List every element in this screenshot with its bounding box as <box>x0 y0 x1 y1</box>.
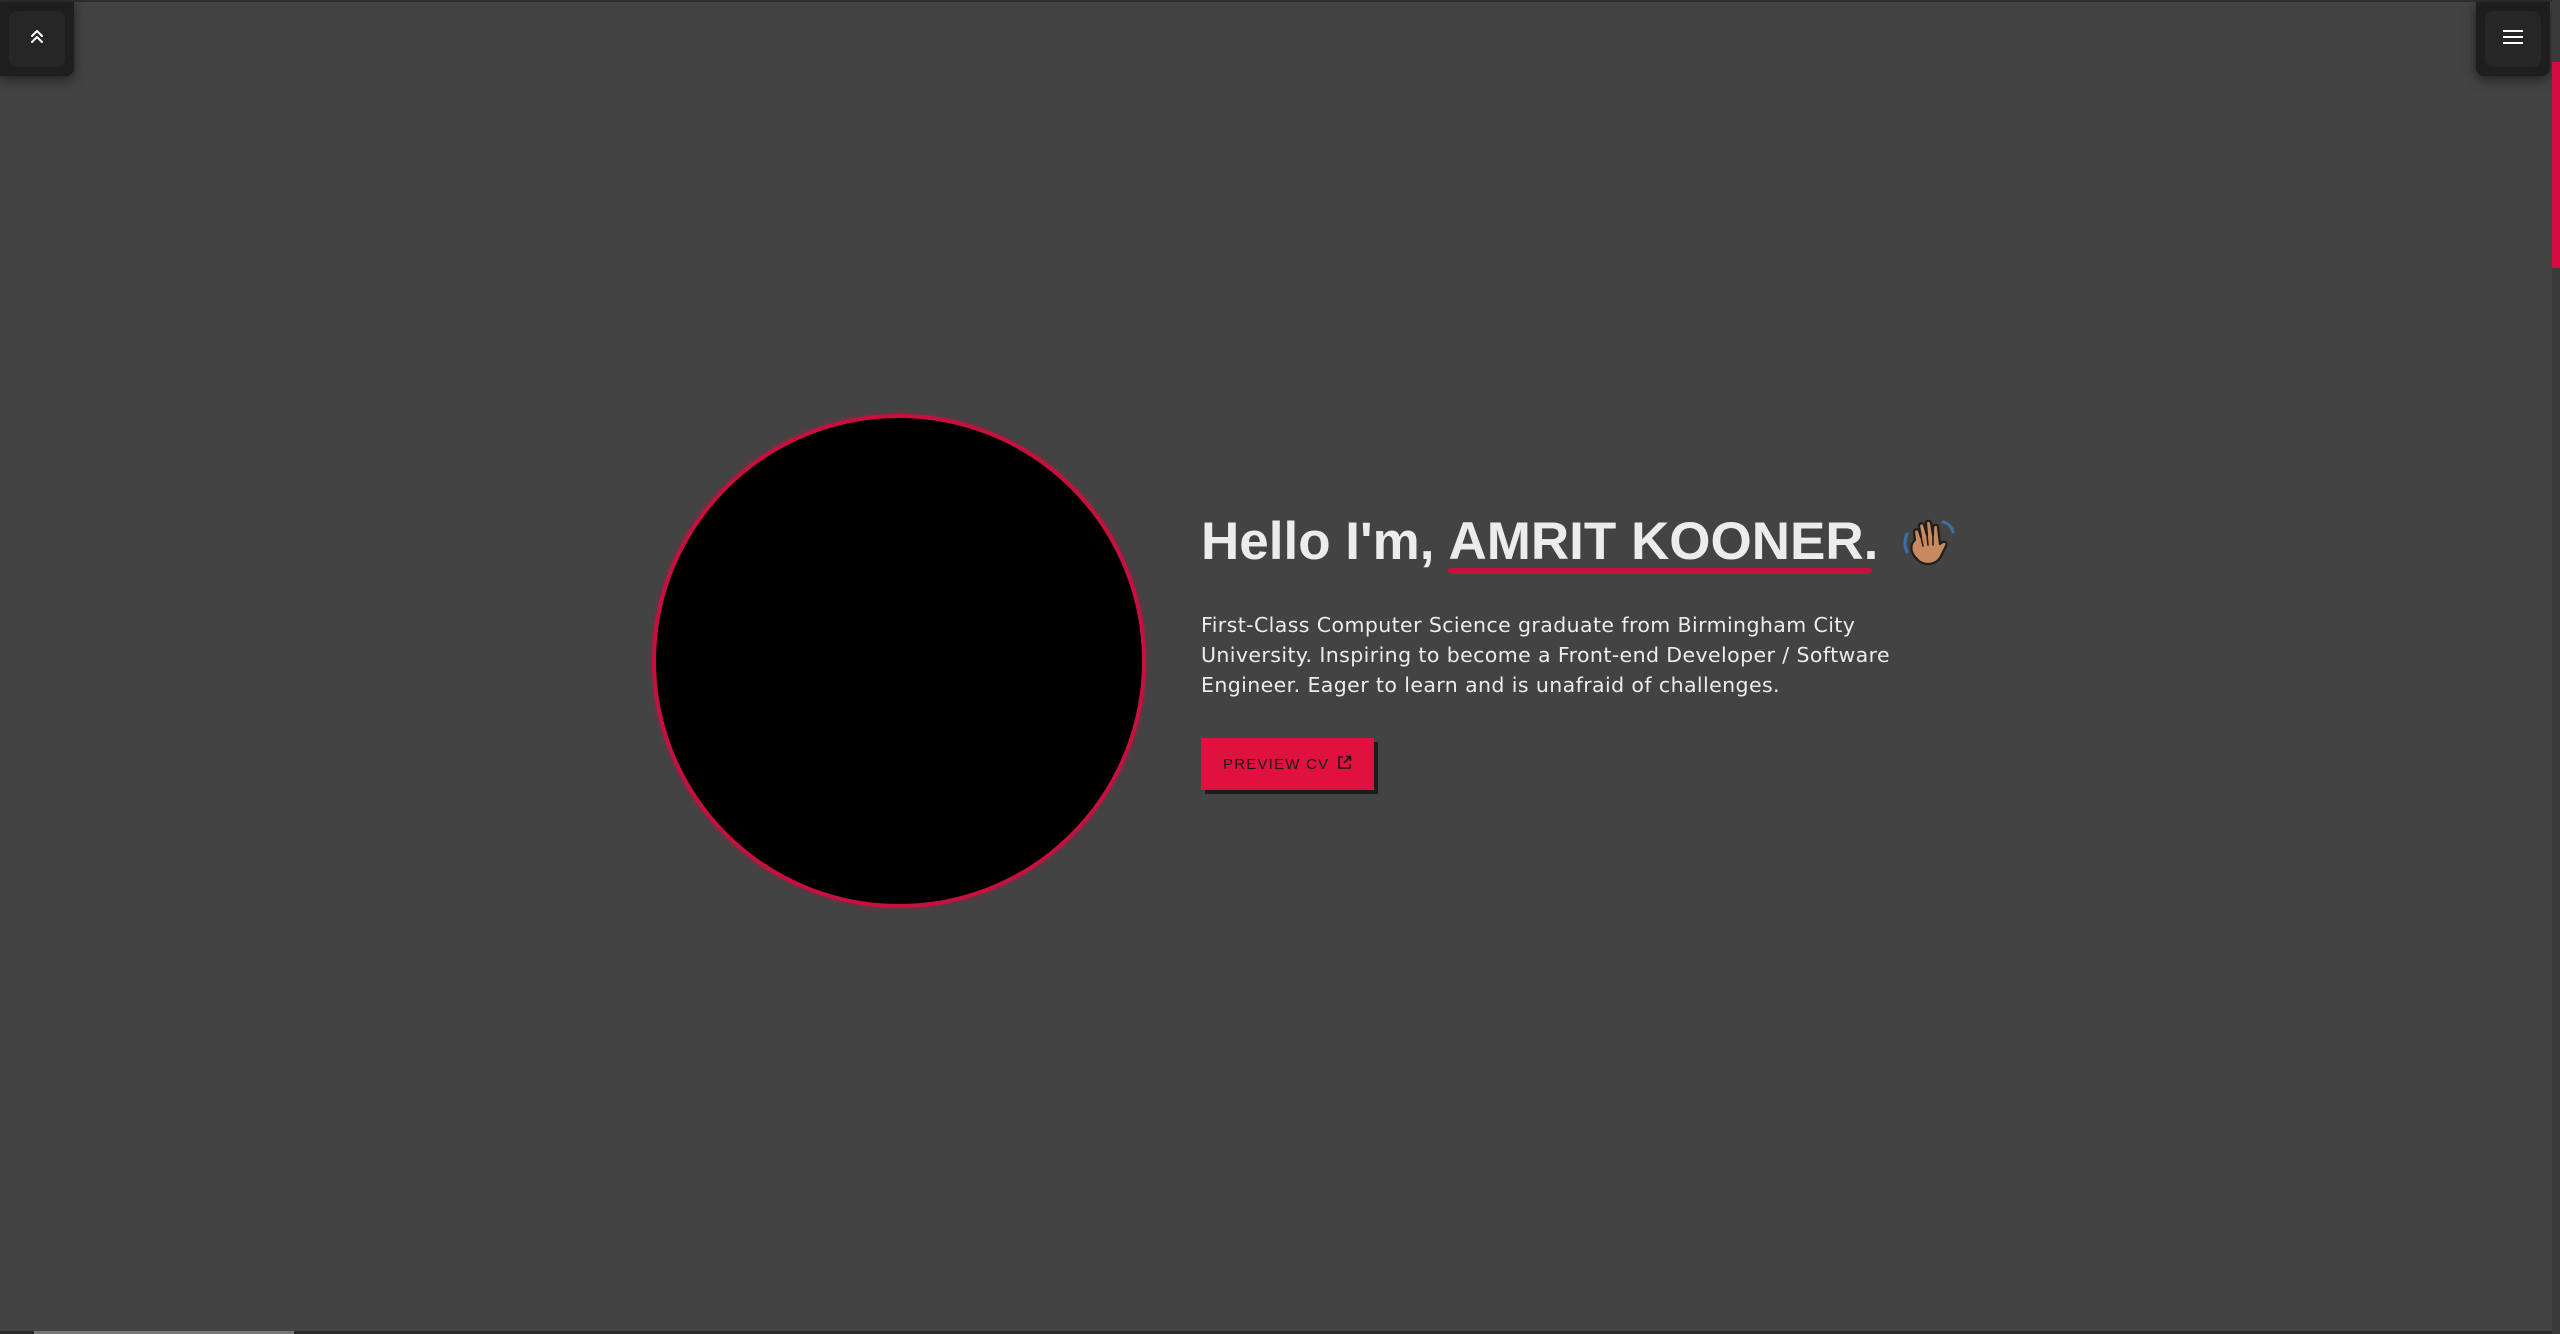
hero-greeting: Hello I'm, <box>1201 512 1435 571</box>
preview-cv-label: PREVIEW CV <box>1223 755 1330 773</box>
vertical-scrollbar[interactable] <box>2552 0 2560 1334</box>
vertical-scrollbar-thumb[interactable] <box>2552 62 2560 268</box>
external-link-icon <box>1337 755 1352 774</box>
double-chevron-up-icon <box>29 28 45 50</box>
menu-button[interactable] <box>2476 2 2550 76</box>
preview-cv-button[interactable]: PREVIEW CV <box>1201 738 1375 790</box>
page: Hello I'm, AMRIT KOONER. First-Class Com… <box>0 0 2560 1334</box>
menu-button-inner[interactable] <box>2485 11 2541 67</box>
profile-avatar <box>652 414 1146 908</box>
scroll-to-top-button-inner[interactable] <box>9 11 65 67</box>
scroll-to-top-button[interactable] <box>0 2 74 76</box>
hamburger-menu-icon <box>2503 29 2523 49</box>
hero-name: AMRIT KOONER. <box>1448 512 1879 571</box>
hero-text: Hello I'm, AMRIT KOONER. First-Class Com… <box>1201 500 1961 790</box>
top-border <box>0 0 2560 2</box>
waving-hand-icon <box>1900 513 1958 571</box>
hero-description: First-Class Computer Science graduate fr… <box>1201 613 1891 697</box>
hero-name-wrapper: AMRIT KOONER. <box>1448 500 1878 584</box>
hero-heading: Hello I'm, AMRIT KOONER. <box>1201 500 1961 584</box>
name-underline <box>1448 568 1873 574</box>
